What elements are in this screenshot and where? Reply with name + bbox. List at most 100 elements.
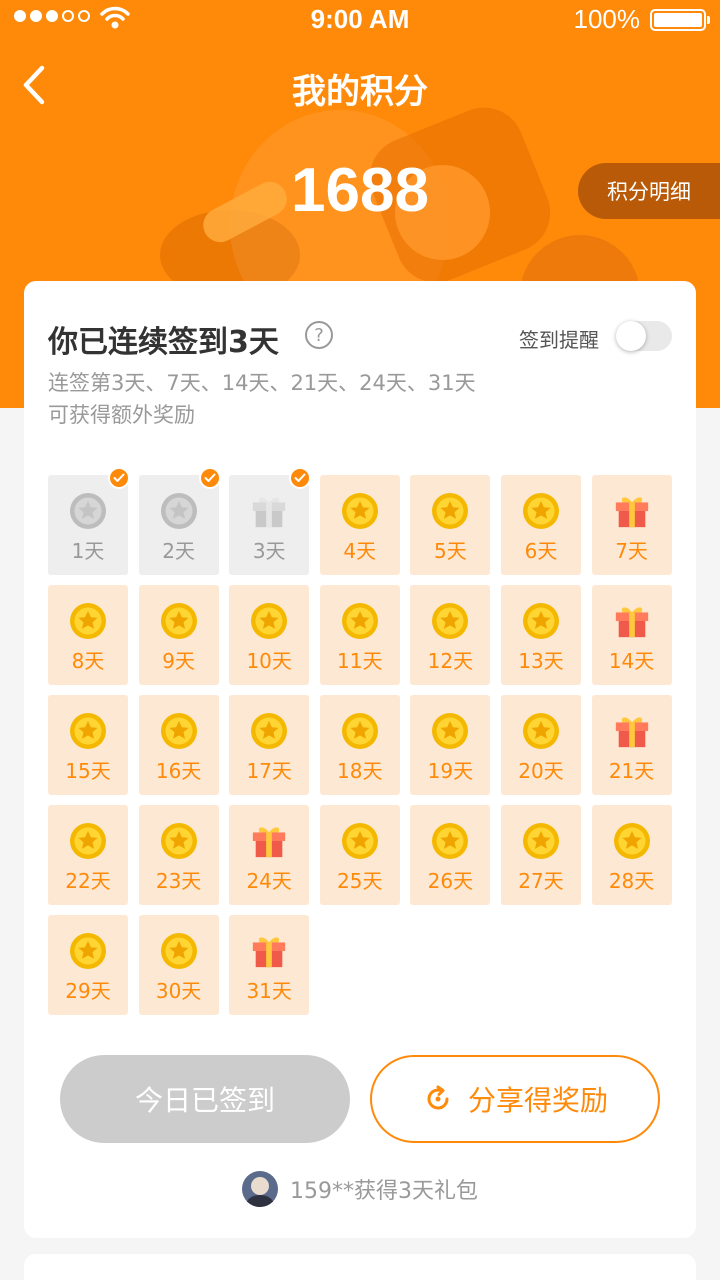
day-label: 14天 bbox=[608, 649, 655, 673]
checkin-day-tile: 20天 bbox=[500, 695, 581, 795]
reward-ticker: 159**获得3天礼包 bbox=[24, 1171, 696, 1207]
day-label: 29天 bbox=[65, 979, 111, 1003]
day-label: 23天 bbox=[155, 869, 202, 893]
battery-icon bbox=[650, 9, 710, 31]
checkin-day-tile: 10天 bbox=[229, 585, 310, 685]
coin-icon bbox=[69, 492, 107, 530]
gift-icon bbox=[250, 932, 288, 970]
ticker-text: 159**获得3天礼包 bbox=[290, 1179, 478, 1204]
day-label: 17天 bbox=[246, 759, 292, 783]
checkin-card: 你已连续签到3天 ? 签到提醒 连签第3天、7天、14天、21天、24天、31天… bbox=[24, 281, 696, 1238]
streak-text: 你已连续签到3天 bbox=[48, 325, 279, 360]
day-label: 7天 bbox=[615, 539, 648, 563]
coin-icon bbox=[613, 822, 651, 860]
gift-icon bbox=[613, 492, 651, 530]
share-reward-button[interactable]: 分享得奖励 bbox=[370, 1055, 660, 1143]
checkin-day-tile: 1天 bbox=[48, 467, 130, 575]
day-label: 11天 bbox=[337, 649, 383, 673]
checkin-day-tile: 13天 bbox=[500, 585, 581, 685]
checkin-day-tile: 26天 bbox=[410, 805, 491, 905]
day-label: 25天 bbox=[337, 869, 383, 893]
coin-icon bbox=[160, 932, 198, 970]
reminder-toggle[interactable] bbox=[616, 321, 672, 351]
coin-icon bbox=[69, 932, 107, 970]
checkmark-icon bbox=[198, 467, 221, 489]
help-icon[interactable]: ? bbox=[305, 321, 333, 349]
checkin-day-tile: 29天 bbox=[48, 915, 128, 1015]
coin-icon bbox=[522, 492, 560, 530]
day-label: 9天 bbox=[162, 649, 195, 673]
checkin-day-tile: 27天 bbox=[500, 805, 581, 905]
reward-description: 连签第3天、7天、14天、21天、24天、31天可获得额外奖励 bbox=[48, 371, 476, 427]
day-label: 12天 bbox=[427, 649, 474, 673]
refresh-icon bbox=[427, 1085, 449, 1110]
coin-icon bbox=[522, 712, 560, 750]
day-label: 13天 bbox=[518, 649, 564, 673]
nav-bar: 我的积分 bbox=[0, 50, 720, 120]
coin-icon bbox=[341, 492, 379, 530]
checkin-day-tile: 5天 bbox=[410, 475, 491, 575]
checkin-day-tile: 11天 bbox=[319, 585, 400, 685]
checkin-day-tile: 2天 bbox=[138, 467, 221, 575]
coin-icon bbox=[431, 822, 469, 860]
day-label: 5天 bbox=[434, 539, 467, 563]
checkin-day-tile: 17天 bbox=[229, 695, 310, 795]
day-label: 31天 bbox=[246, 979, 292, 1003]
page-title: 我的积分 bbox=[292, 72, 428, 112]
checkin-day-tile: 6天 bbox=[500, 475, 581, 575]
checkin-day-tile: 19天 bbox=[410, 695, 491, 795]
checkin-day-tile: 14天 bbox=[591, 585, 672, 685]
checkin-day-tile: 30天 bbox=[138, 915, 219, 1015]
status-bar: 9:00 AM 100% bbox=[0, 0, 720, 38]
checkin-day-tile: 23天 bbox=[138, 805, 219, 905]
avatar bbox=[242, 1171, 278, 1207]
battery-percent: 100% bbox=[573, 4, 641, 34]
coin-icon bbox=[431, 602, 469, 640]
checkin-day-tile: 7天 bbox=[591, 475, 672, 575]
coin-icon bbox=[160, 712, 198, 750]
checkin-day-tile: 15天 bbox=[48, 695, 128, 795]
day-label: 21天 bbox=[608, 759, 655, 783]
checkin-day-tile: 22天 bbox=[48, 805, 128, 905]
next-card bbox=[24, 1254, 696, 1280]
day-label: 18天 bbox=[337, 759, 383, 783]
day-label: 10天 bbox=[246, 649, 292, 673]
checkin-day-tile: 8天 bbox=[48, 585, 128, 685]
checkin-day-tile: 28天 bbox=[591, 805, 672, 905]
checkin-day-tile: 25天 bbox=[319, 805, 400, 905]
coin-icon bbox=[341, 712, 379, 750]
day-label: 1天 bbox=[71, 539, 105, 563]
checkin-day-tile: 3天 bbox=[229, 467, 312, 575]
coin-icon bbox=[160, 492, 198, 530]
day-label: 8天 bbox=[71, 649, 105, 673]
toggle-knob bbox=[616, 321, 646, 351]
points-detail-button[interactable]: 积分明细 bbox=[578, 163, 720, 219]
coin-icon bbox=[160, 602, 198, 640]
coin-icon bbox=[341, 822, 379, 860]
gift-icon bbox=[613, 602, 651, 640]
signed-today-button[interactable]: 今日已签到 bbox=[60, 1055, 350, 1143]
day-label: 16天 bbox=[155, 759, 202, 783]
day-label: 20天 bbox=[518, 759, 564, 783]
coin-icon bbox=[250, 602, 288, 640]
day-label: 27天 bbox=[518, 869, 564, 893]
day-label: 6天 bbox=[524, 539, 558, 563]
coin-icon bbox=[69, 712, 107, 750]
share-button-label: 分享得奖励 bbox=[467, 1084, 608, 1117]
day-label: 2天 bbox=[162, 539, 195, 563]
gift-icon bbox=[250, 822, 288, 860]
checkin-day-tile: 9天 bbox=[138, 585, 219, 685]
day-label: 22天 bbox=[65, 869, 111, 893]
coin-icon bbox=[522, 602, 560, 640]
coin-icon bbox=[431, 492, 469, 530]
checkin-day-tile: 31天 bbox=[229, 915, 310, 1015]
checkin-day-tile: 21天 bbox=[591, 695, 672, 795]
checkin-day-tile: 24天 bbox=[229, 805, 310, 905]
checkin-day-tile: 4天 bbox=[319, 475, 400, 575]
day-label: 4天 bbox=[343, 539, 377, 563]
gift-icon bbox=[250, 492, 288, 530]
checkmark-icon bbox=[289, 467, 312, 489]
coin-icon bbox=[69, 602, 107, 640]
day-label: 30天 bbox=[155, 979, 202, 1003]
checkin-day-tile: 18天 bbox=[319, 695, 400, 795]
